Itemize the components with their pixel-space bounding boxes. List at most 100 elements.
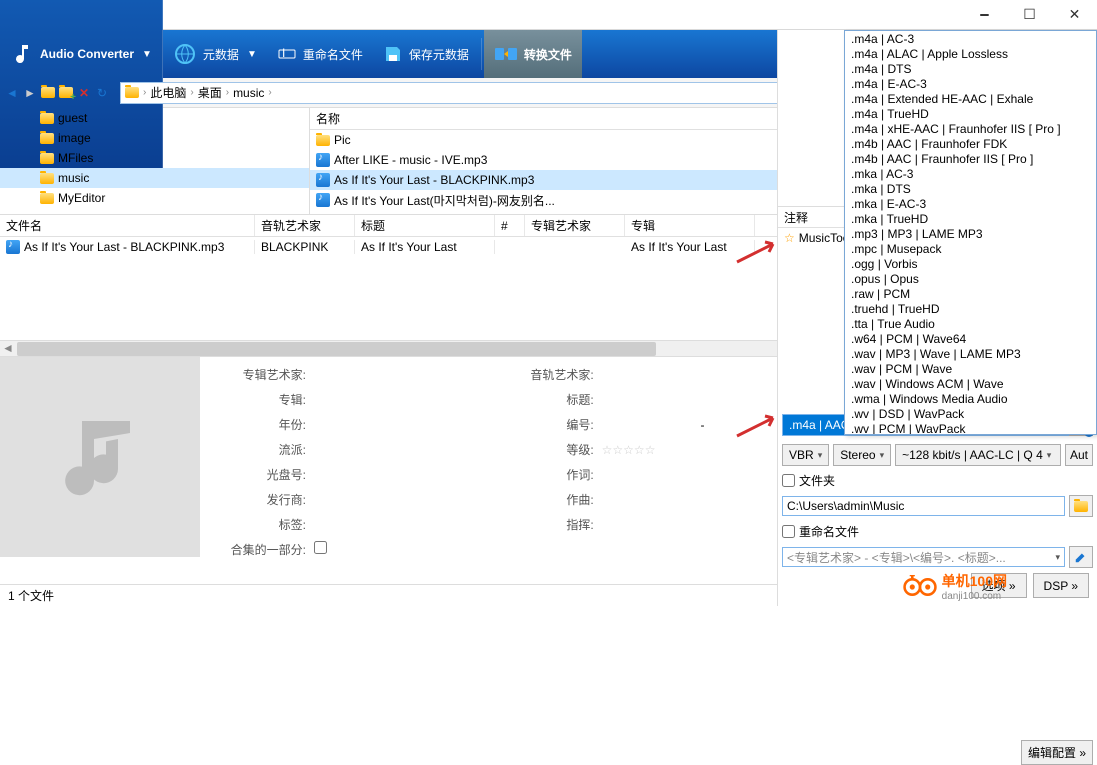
rename-edit-button[interactable] <box>1069 546 1093 568</box>
tree-item[interactable]: image <box>0 128 309 148</box>
status-bar: 1 个文件 <box>0 584 777 606</box>
maximize-button[interactable]: ☐ <box>1007 0 1052 30</box>
save-icon <box>383 44 403 64</box>
format-option[interactable]: .wv | PCM | WavPack <box>845 421 1096 435</box>
folder-icon <box>40 113 54 124</box>
format-option[interactable]: .m4a | ALAC | Apple Lossless <box>845 46 1096 61</box>
col-num[interactable]: # <box>495 215 525 236</box>
breadcrumb-item[interactable]: music <box>233 86 264 100</box>
save-metadata-button[interactable]: 保存元数据 <box>373 30 479 78</box>
minimize-button[interactable]: 🗕 <box>962 0 1007 30</box>
audio-converter-icon <box>10 42 34 66</box>
format-option[interactable]: .raw | PCM <box>845 286 1096 301</box>
val-track-artist[interactable] <box>602 365 804 386</box>
format-option[interactable]: .m4b | AAC | Fraunhofer IIS [ Pro ] <box>845 151 1096 166</box>
format-option[interactable]: .m4a | TrueHD <box>845 106 1096 121</box>
format-option[interactable]: .wav | PCM | Wave <box>845 361 1096 376</box>
output-folder-path[interactable]: C:\Users\admin\Music <box>782 496 1065 516</box>
format-option[interactable]: .m4a | DTS <box>845 61 1096 76</box>
val-composer[interactable] <box>602 490 804 511</box>
tree-item[interactable]: music <box>0 168 309 188</box>
lbl-rating: 等级: <box>524 440 594 461</box>
rename-files-button[interactable]: I 重命名文件 <box>267 30 373 78</box>
format-option[interactable]: .wav | Windows ACM | Wave <box>845 376 1096 391</box>
col-album[interactable]: 专辑 <box>625 215 755 236</box>
format-dropdown-list[interactable]: .m4a | AC-3.m4a | ALAC | Apple Lossless.… <box>844 30 1097 435</box>
convert-files-button[interactable]: 转换文件 <box>484 30 582 78</box>
format-option[interactable]: .mka | TrueHD <box>845 211 1096 226</box>
val-publisher[interactable] <box>314 490 516 511</box>
val-genre[interactable] <box>314 440 516 461</box>
vbr-select[interactable]: VBR▾ <box>782 444 829 466</box>
auto-button[interactable]: Aut <box>1065 444 1093 466</box>
format-option[interactable]: .mka | AC-3 <box>845 166 1096 181</box>
tree-item[interactable]: MFiles <box>0 148 309 168</box>
format-option[interactable]: .m4a | E-AC-3 <box>845 76 1096 91</box>
format-option[interactable]: .mp3 | MP3 | LAME MP3 <box>845 226 1096 241</box>
chevron-down-icon: ▼ <box>247 49 257 60</box>
bitrate-select[interactable]: ~128 kbit/s | AAC-LC | Q 4▾ <box>895 444 1061 466</box>
convert-icon <box>494 42 518 66</box>
val-album-artist[interactable] <box>314 365 516 386</box>
val-partofset[interactable] <box>314 540 516 561</box>
partofset-checkbox[interactable] <box>314 541 327 554</box>
format-option[interactable]: .m4a | AC-3 <box>845 31 1096 46</box>
browse-folder-button[interactable] <box>1069 495 1093 517</box>
rename-files-label: 重命名文件 <box>799 523 859 540</box>
tree-item[interactable]: guest <box>0 108 309 128</box>
format-option[interactable]: .tta | True Audio <box>845 316 1096 331</box>
val-year[interactable] <box>314 415 516 436</box>
album-art[interactable] <box>0 357 200 557</box>
edit-config-button[interactable]: 编辑配置 » <box>1021 740 1093 765</box>
back-button[interactable]: ◄ <box>4 85 20 101</box>
metadata-button[interactable]: 元数据 ▼ <box>163 30 267 78</box>
refresh-button[interactable]: ↻ <box>94 85 110 101</box>
breadcrumb-item[interactable]: 桌面 <box>198 84 222 101</box>
delete-button[interactable]: ✕ <box>76 85 92 101</box>
format-option[interactable]: .opus | Opus <box>845 271 1096 286</box>
dsp-button[interactable]: DSP » <box>1033 573 1089 598</box>
format-option[interactable]: .mka | DTS <box>845 181 1096 196</box>
right-panel: ? 帮助 .m4a | AC-3.m4a | ALAC | Apple Loss… <box>777 30 1097 606</box>
col-album-artist[interactable]: 专辑艺术家 <box>525 215 625 236</box>
val-disc[interactable] <box>314 465 516 486</box>
format-option[interactable]: .wma | Windows Media Audio <box>845 391 1096 406</box>
stereo-select[interactable]: Stereo▾ <box>833 444 891 466</box>
val-title[interactable] <box>602 390 804 411</box>
window-title: EZ CD Audio Converter <box>30 8 962 22</box>
val-rating[interactable]: ☆☆☆☆☆ <box>602 440 804 461</box>
tree-item[interactable]: MyEditor <box>0 188 309 208</box>
col-filename[interactable]: 文件名 <box>0 215 255 236</box>
format-option[interactable]: .ogg | Vorbis <box>845 256 1096 271</box>
folder-tree[interactable]: guestimageMFilesmusicMyEditor <box>0 108 310 214</box>
rename-files-checkbox[interactable] <box>782 525 795 538</box>
val-tags[interactable] <box>314 515 516 536</box>
lbl-tags: 标签: <box>216 515 306 536</box>
format-option[interactable]: .wav | MP3 | Wave | LAME MP3 <box>845 346 1096 361</box>
format-option[interactable]: .m4b | AAC | Fraunhofer FDK <box>845 136 1096 151</box>
new-folder-plus-button[interactable]: + <box>58 85 74 101</box>
col-track-artist[interactable]: 音轨艺术家 <box>255 215 355 236</box>
rename-icon: I <box>277 44 297 64</box>
format-option[interactable]: .m4a | xHE-AAC | Fraunhofer IIS [ Pro ] <box>845 121 1096 136</box>
val-conductor[interactable] <box>602 515 804 536</box>
output-folder-checkbox[interactable] <box>782 474 795 487</box>
format-option[interactable]: .wv | DSD | WavPack <box>845 406 1096 421</box>
forward-button[interactable]: ► <box>22 85 38 101</box>
new-folder-button[interactable] <box>40 85 56 101</box>
val-album[interactable] <box>314 390 516 411</box>
col-title[interactable]: 标题 <box>355 215 495 236</box>
format-option[interactable]: .w64 | PCM | Wave64 <box>845 331 1096 346</box>
breadcrumb-item[interactable]: 此电脑 <box>150 84 186 101</box>
folder-icon <box>125 87 139 98</box>
val-lyrics[interactable] <box>602 465 804 486</box>
rename-pattern[interactable]: <专辑艺术家> - <专辑>\<编号>. <标题>... ▾ <box>782 547 1065 567</box>
format-option[interactable]: .m4a | Extended HE-AAC | Exhale <box>845 91 1096 106</box>
close-button[interactable]: ✕ <box>1052 0 1097 30</box>
lbl-year: 年份: <box>216 415 306 436</box>
format-option[interactable]: .truehd | TrueHD <box>845 301 1096 316</box>
format-option[interactable]: .mpc | Musepack <box>845 241 1096 256</box>
lbl-lyrics: 作词: <box>524 465 594 486</box>
format-option[interactable]: .mka | E-AC-3 <box>845 196 1096 211</box>
val-trackno[interactable]: - <box>602 415 804 436</box>
